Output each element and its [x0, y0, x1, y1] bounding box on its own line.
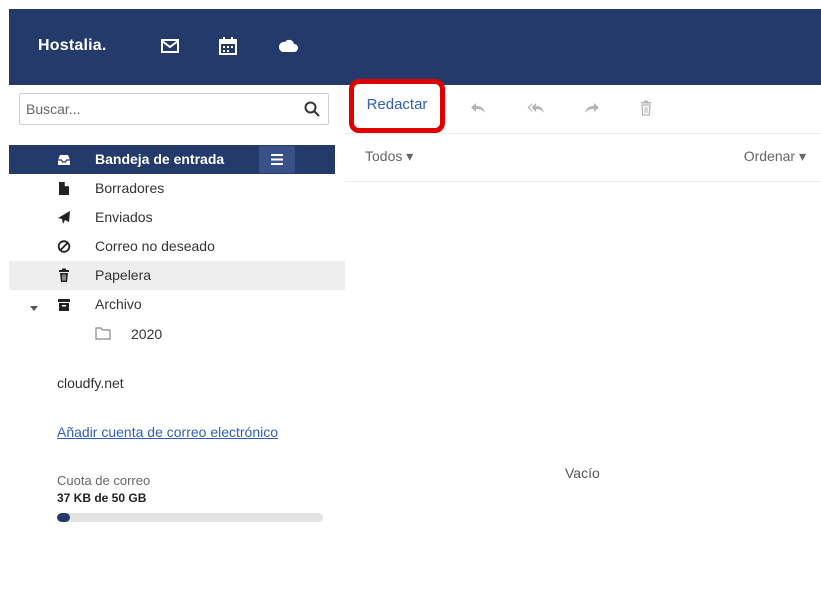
forward-icon[interactable] [583, 99, 601, 117]
ban-icon [57, 239, 71, 254]
quota-progress-bar [57, 513, 323, 522]
quota-label: Cuota de correo [57, 473, 151, 488]
search-box [19, 93, 329, 125]
folder-menu-button[interactable] [259, 146, 295, 173]
folder-sent[interactable]: Enviados [9, 203, 345, 232]
trash-icon [57, 268, 71, 283]
folder-label: Papelera [95, 267, 152, 283]
empty-list-message: Vacío [565, 465, 600, 481]
folder-label: Correo no deseado [95, 238, 215, 254]
folder-archive[interactable]: Archivo [9, 290, 345, 319]
brand-logo[interactable]: Hostalia. [38, 37, 107, 55]
quota-value: 37 KB de 50 GB [57, 491, 147, 505]
folder-outline-icon [95, 327, 111, 340]
sidebar: Bandeja de entrada Borradores Enviados C… [9, 85, 346, 601]
add-account-link[interactable]: Añadir cuenta de correo electrónico [57, 424, 278, 440]
expand-caret-icon[interactable] [29, 300, 39, 311]
folder-trash[interactable]: Papelera [9, 261, 345, 290]
reply-all-icon[interactable] [527, 99, 545, 117]
file-icon [57, 181, 71, 196]
sort-dropdown[interactable]: Ordenar ▾ [744, 148, 806, 165]
send-icon [57, 210, 71, 225]
account-name[interactable]: cloudfy.net [57, 375, 124, 391]
delete-icon[interactable] [637, 99, 655, 117]
folder-drafts[interactable]: Borradores [9, 174, 345, 203]
compose-button[interactable]: Redactar [349, 79, 445, 133]
search-icon[interactable] [304, 101, 320, 117]
folder-label: Borradores [95, 180, 165, 196]
search-input[interactable] [26, 94, 286, 124]
folder-label: 2020 [131, 326, 163, 342]
mail-icon[interactable] [159, 35, 181, 57]
quota-progress-fill [57, 513, 71, 522]
folder-2020[interactable]: 2020 [9, 319, 345, 348]
message-list-pane: Redactar Todos ▾ Ordenar ▾ Vacío [345, 79, 821, 601]
calendar-icon[interactable] [217, 35, 239, 57]
reply-icon[interactable] [469, 99, 487, 117]
folder-label: Enviados [95, 209, 153, 225]
compose-label: Redactar [366, 96, 428, 113]
inbox-icon [57, 152, 71, 167]
list-filter-bar: Todos ▾ Ordenar ▾ [345, 133, 821, 182]
archive-icon [57, 297, 71, 312]
folder-label: Bandeja de entrada [95, 151, 225, 167]
folder-inbox[interactable]: Bandeja de entrada [9, 145, 335, 174]
filter-dropdown[interactable]: Todos ▾ [365, 148, 413, 165]
top-navigation-bar: Hostalia. [9, 9, 821, 85]
toolbar: Redactar [345, 79, 821, 134]
folder-spam[interactable]: Correo no deseado [9, 232, 345, 261]
folder-label: Archivo [95, 296, 142, 312]
cloud-icon[interactable] [277, 35, 299, 57]
